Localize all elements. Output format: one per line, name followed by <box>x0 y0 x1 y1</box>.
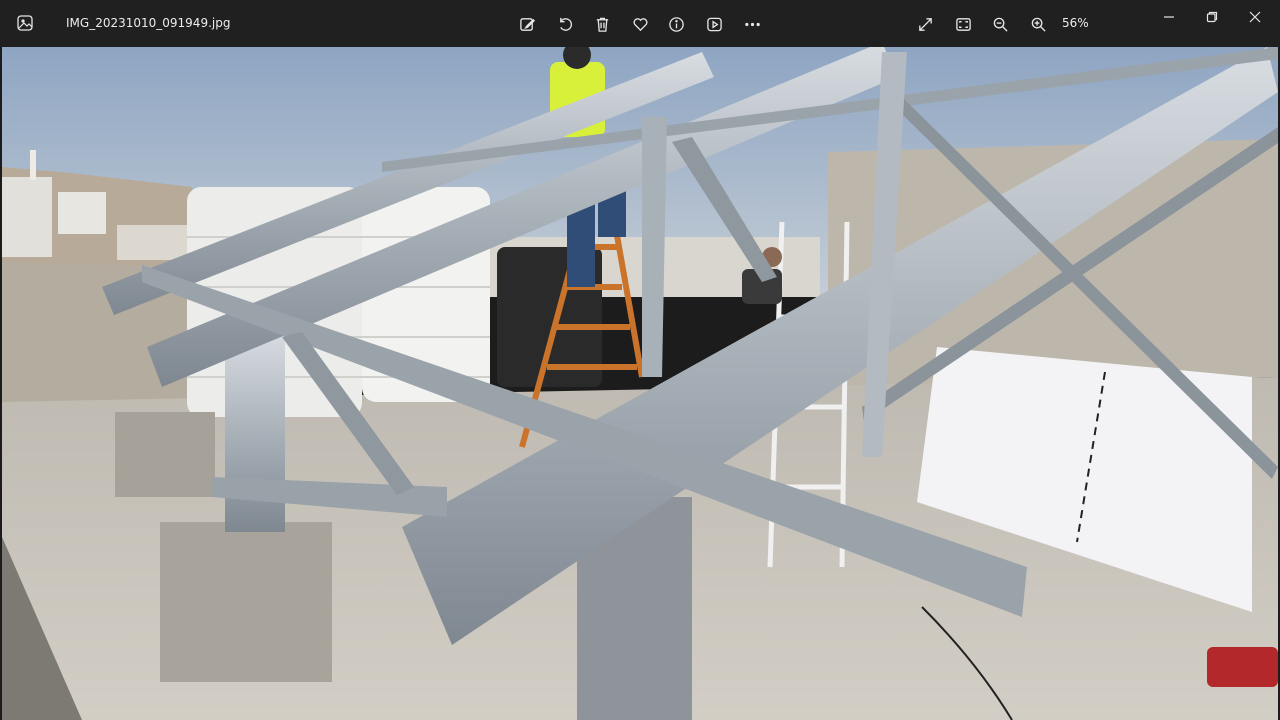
minaret <box>30 150 36 180</box>
minimize-button[interactable] <box>1154 6 1184 28</box>
photos-app-icon <box>16 14 34 32</box>
favorite-icon[interactable] <box>628 12 652 36</box>
zoom-out-icon[interactable] <box>988 12 1012 36</box>
image-viewer[interactable] <box>2 47 1278 720</box>
zoom-in-icon[interactable] <box>1026 12 1050 36</box>
delete-icon[interactable] <box>590 12 614 36</box>
slideshow-icon[interactable] <box>702 12 726 36</box>
more-icon[interactable] <box>740 12 764 36</box>
zoom-level[interactable]: 56% <box>1062 16 1089 30</box>
fullscreen-icon[interactable] <box>913 12 937 36</box>
restore-button[interactable] <box>1197 6 1227 28</box>
close-button[interactable] <box>1240 6 1270 28</box>
file-name: IMG_20231010_091949.jpg <box>66 16 231 30</box>
photo <box>2 47 1278 720</box>
distant-building <box>2 177 52 257</box>
distant-building <box>58 192 106 234</box>
concrete-block <box>160 522 332 682</box>
concrete-block <box>115 412 215 497</box>
edit-image-icon[interactable] <box>515 12 539 36</box>
power-drill <box>1207 647 1278 687</box>
title-bar: IMG_20231010_091949.jpg 56% <box>0 0 1280 47</box>
info-icon[interactable] <box>664 12 688 36</box>
fit-to-window-icon[interactable] <box>951 12 975 36</box>
rotate-icon[interactable] <box>553 12 577 36</box>
distant-building <box>117 225 187 260</box>
